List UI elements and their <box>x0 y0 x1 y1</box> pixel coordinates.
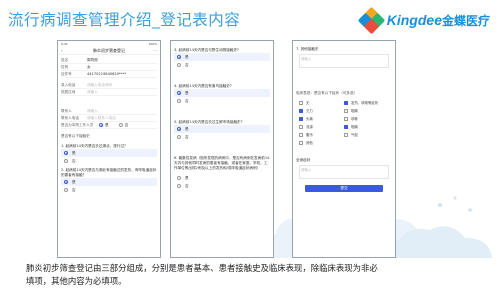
q5-no-option[interactable]: 否 <box>174 133 270 141</box>
q3-no-option[interactable]: 否 <box>174 61 270 69</box>
checkbox-unchecked-icon <box>299 140 303 145</box>
symptom-label: 其他 <box>306 141 313 145</box>
general-symptoms-label: 全身症状 <box>296 158 311 162</box>
symptom-checkbox[interactable]: 其他 <box>299 140 344 145</box>
nav-title: 肺炎初步筛查登记 <box>93 47 125 53</box>
checkbox-unchecked-icon <box>299 124 303 129</box>
symptom-label: 咽痛 <box>351 109 358 113</box>
radio-unchecked-icon <box>177 176 181 180</box>
symptom-checkbox[interactable]: 咳嗽 <box>344 116 389 121</box>
q6-yes-option[interactable]: 是 <box>174 174 270 182</box>
radio-checked-icon <box>177 55 181 59</box>
checkbox-unchecked-icon <box>344 108 348 113</box>
symptom-label: 发热、咳嗽等症状 <box>351 101 379 105</box>
question-2: 2. 起病前14天内是否与湖北有接触过的发热、有呼吸道症状的患者有接触？ <box>61 168 157 177</box>
checkbox-checked-icon <box>299 108 303 113</box>
radio-checked-icon <box>177 127 181 131</box>
staff-no-radio[interactable]: 否 <box>118 123 128 128</box>
symptom-label: 咳嗽 <box>351 117 358 121</box>
q5-yes-option[interactable]: 是 <box>174 125 270 133</box>
symptom-checkbox[interactable]: 无 <box>299 100 344 105</box>
field-id: 证件号 44170219840620**** <box>61 71 157 78</box>
radio-checked-icon <box>177 91 181 95</box>
radio-checked-icon <box>64 151 68 155</box>
symptom-checkbox[interactable]: 头痛 <box>299 116 344 121</box>
symptom-checkbox[interactable]: 腹泻 <box>299 132 344 137</box>
phone-screen-basic-info: 9:41 100% ‹ 肺炎初步筛查登记 ⋯ 姓名 郭同测 性别女 证件号 4417… <box>57 40 161 258</box>
radio-unchecked-icon <box>64 188 68 192</box>
radio-unchecked-icon <box>64 159 68 163</box>
submit-button[interactable]: 提交 <box>305 185 383 192</box>
contact-input[interactable]: 联系人 请输入 <box>61 108 157 115</box>
symptom-label: 气促 <box>351 133 358 137</box>
section-clinical-symptoms: 临床表现：是否有以下症状（可多选） <box>296 91 358 95</box>
brand-name-en: Kingdee <box>386 11 442 28</box>
symptom-label: 流涕 <box>306 125 313 129</box>
question-6: 6. 聚集性发病（指所发现的病例中，是否有病例在发病前14天内与其他同时发病的患… <box>174 156 270 170</box>
symptom-label: 无 <box>306 101 310 105</box>
other-contact-label: 7. 其他接触史 <box>296 47 319 51</box>
radio-unchecked-icon <box>177 184 181 188</box>
q1-yes-option[interactable]: 是 <box>61 149 157 157</box>
q2-no-option[interactable]: 否 <box>61 186 157 194</box>
section-contact-history: 是否有以下接触史 <box>61 134 90 138</box>
address-input[interactable]: 现居住地 请输入 <box>61 89 157 96</box>
brand-name-cn: 金蝶医疗 <box>441 13 490 28</box>
radio-unchecked-icon <box>177 135 181 139</box>
q1-no-option[interactable]: 否 <box>61 157 157 165</box>
symptom-checkbox[interactable]: 发热、咳嗽等症状 <box>344 100 389 105</box>
staff-yes-radio[interactable]: 是 <box>99 123 109 128</box>
radio-unchecked-icon <box>177 99 181 103</box>
page-title: 流行病调查管理介绍_登记表内容 <box>8 11 241 29</box>
other-contact-textarea[interactable]: 请输入 <box>299 54 389 68</box>
checkbox-checked-icon <box>344 100 348 105</box>
symptom-checkbox[interactable]: 咽痛 <box>344 108 389 113</box>
kingdee-logo-icon <box>357 6 386 35</box>
general-symptoms-textarea[interactable]: 请输入 <box>299 165 389 179</box>
field-name: 姓名 郭同测 <box>61 57 157 64</box>
phone-input[interactable]: 录入电话 请输入电话号码 <box>61 82 157 89</box>
brand-logo: Kingdee金蝶医疗 <box>357 6 490 35</box>
staff-question: 是否为本院工作人员 是 否 <box>61 122 157 129</box>
symptom-checkbox[interactable]: 乏力 <box>299 108 344 113</box>
q2-yes-option[interactable]: 是 <box>61 178 157 186</box>
checkbox-checked-icon <box>299 116 303 121</box>
phone-screen-contact-history: 3. 起病前14天内是否与野生动物接触史? 是 否 4. 起病前14天内是否有禽… <box>170 40 274 258</box>
radio-checked-icon <box>99 123 103 127</box>
symptom-label: 头痛 <box>306 117 313 121</box>
contact-phone-input[interactable]: 联系人电话 请输入联系人电话 <box>61 115 157 122</box>
radio-checked-icon <box>64 180 68 184</box>
q4-no-option[interactable]: 否 <box>174 97 270 105</box>
symptom-label: 咽痛 <box>351 125 358 129</box>
checkbox-unchecked-icon <box>299 132 303 137</box>
radio-unchecked-icon <box>118 123 123 127</box>
radio-unchecked-icon <box>177 63 181 67</box>
nav-bar: ‹ 肺炎初步筛查登记 ⋯ <box>58 47 160 55</box>
slide-caption: 肺炎初步筛查登记由三部分组成，分别是患者基本、患者接触史及临床表现，除临床表现为… <box>26 263 378 286</box>
q4-yes-option[interactable]: 是 <box>174 89 270 97</box>
q3-yes-option[interactable]: 是 <box>174 53 270 61</box>
checkbox-unchecked-icon <box>344 132 348 137</box>
more-icon[interactable]: ⋯ <box>153 48 157 53</box>
back-arrow-icon[interactable]: ‹ <box>61 48 63 53</box>
symptom-checkbox[interactable]: 咽痛 <box>344 124 389 129</box>
checkbox-unchecked-icon <box>299 100 303 105</box>
phone-screen-clinical-symptoms: 7. 其他接触史 请输入 临床表现：是否有以下症状（可多选） 无 发热、咳嗽等症状… <box>292 40 396 258</box>
checkbox-checked-icon <box>344 124 348 129</box>
symptom-checkbox-grid: 无发热、咳嗽等症状 乏力 咽痛 头痛 咳嗽 流涕 咽痛 腹泻 气促 其他 <box>296 98 392 147</box>
symptom-label: 乏力 <box>306 109 313 113</box>
field-gender: 性别女 <box>61 64 157 71</box>
q6-no-option[interactable]: 否 <box>174 182 270 190</box>
symptom-checkbox[interactable]: 气促 <box>344 132 389 137</box>
symptom-checkbox[interactable]: 流涕 <box>299 124 344 129</box>
checkbox-unchecked-icon <box>344 116 348 121</box>
symptom-label: 腹泻 <box>306 133 313 137</box>
